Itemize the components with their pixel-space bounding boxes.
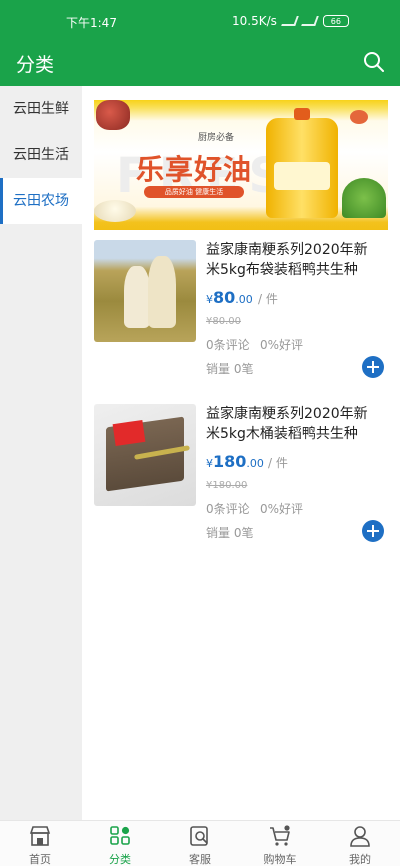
rice-bag-shape <box>148 256 176 328</box>
product-title[interactable]: 益家康南粳系列2020年新米5kg布袋装稻鸭共生种植... <box>206 240 376 280</box>
sidebar-item-life[interactable]: 云田生活 <box>0 132 82 178</box>
product-card[interactable]: 益家康南粳系列2020年新米5kg布袋装稻鸭共生种植... ¥80.00 / 件… <box>94 240 388 400</box>
status-bar: 下午1:47 10.5K/s 66 <box>0 0 400 40</box>
sidebar-item-farm[interactable]: 云田农场 <box>0 178 82 224</box>
customer-service-icon <box>190 826 208 846</box>
steak-image <box>96 100 130 130</box>
battery-level: 66 <box>330 16 341 26</box>
battery-icon: 66 <box>322 15 349 27</box>
price-decimal: .00 <box>235 293 253 306</box>
search-icon[interactable] <box>362 50 386 74</box>
price-integer: 180 <box>213 452 247 471</box>
category-content: FRESH 厨房必备 乐享好油 品质好油 健康生活 益家康南粳系列2020年新米… <box>82 86 400 820</box>
signal-icon <box>281 16 299 26</box>
tab-home[interactable]: 首页 <box>0 821 80 866</box>
banner-tag: 品质好油 健康生活 <box>144 186 244 198</box>
product-reviews: 0条评论 <box>206 338 250 352</box>
tab-label: 客服 <box>189 853 211 866</box>
red-tag-shape <box>112 420 146 446</box>
tab-category[interactable]: 分类 <box>80 821 160 866</box>
price-decimal: .00 <box>246 457 264 470</box>
price-integer: 80 <box>213 288 236 307</box>
add-to-cart-button[interactable] <box>362 356 384 378</box>
tab-label: 首页 <box>29 853 51 866</box>
tab-label: 分类 <box>109 853 131 866</box>
product-title[interactable]: 益家康南粳系列2020年新米5kg木桶装稻鸭共生种植... <box>206 404 376 444</box>
product-sales: 销量 0笔 <box>206 362 254 376</box>
product-good-rate: 0%好评 <box>260 338 304 352</box>
sidebar-item-fresh[interactable]: 云田生鲜 <box>0 86 82 132</box>
user-icon <box>350 826 370 847</box>
tab-profile[interactable]: 我的 <box>320 821 400 866</box>
rice-bag-shape <box>124 266 150 328</box>
store-icon <box>29 826 51 846</box>
price-currency: ¥ <box>206 293 213 306</box>
banner-top-text: 厨房必备 <box>198 133 235 143</box>
product-reviews: 0条评论 <box>206 502 250 516</box>
product-unit: / 件 <box>258 292 278 306</box>
app-header: 分类 <box>0 40 400 86</box>
tab-cart[interactable]: 购物车 <box>240 821 320 866</box>
product-good-rate: 0%好评 <box>260 502 304 516</box>
status-time: 下午1:47 <box>66 16 117 30</box>
category-sidebar: 云田生鲜 云田生活 云田农场 <box>0 86 82 820</box>
bottle-cap <box>294 108 310 120</box>
product-price: ¥180.00 <box>206 452 264 471</box>
price-currency: ¥ <box>206 457 213 470</box>
product-old-price: ¥180.00 <box>206 480 248 491</box>
bottom-tab-bar: 首页 分类 客服 购物车 我的 <box>0 820 400 866</box>
product-price: ¥80.00 <box>206 288 253 307</box>
bottle-label <box>274 162 330 190</box>
oil-bottle-image <box>266 108 338 218</box>
page-title: 分类 <box>16 54 55 76</box>
tab-service[interactable]: 客服 <box>160 821 240 866</box>
status-indicators: 10.5K/s 66 <box>232 14 349 28</box>
herb-image <box>342 178 386 218</box>
product-image-rice-bags[interactable] <box>94 240 196 342</box>
wifi-icon <box>301 16 319 26</box>
add-to-cart-button[interactable] <box>362 520 384 542</box>
crab-image <box>350 110 368 124</box>
promo-banner[interactable]: FRESH 厨房必备 乐享好油 品质好油 健康生活 <box>94 100 388 230</box>
product-sales: 销量 0笔 <box>206 526 254 540</box>
banner-headline: 乐享好油 <box>136 153 253 186</box>
product-image-rice-barrel[interactable] <box>94 404 196 506</box>
product-card[interactable]: 益家康南粳系列2020年新米5kg木桶装稻鸭共生种植... ¥180.00 / … <box>94 404 388 564</box>
category-grid-icon <box>110 826 130 845</box>
tab-label: 购物车 <box>263 853 297 866</box>
chicken-image <box>94 200 136 222</box>
product-old-price: ¥80.00 <box>206 316 241 327</box>
cart-icon <box>270 825 290 846</box>
network-speed: 10.5K/s <box>232 14 277 28</box>
tab-label: 我的 <box>349 853 371 866</box>
product-unit: / 件 <box>268 456 288 470</box>
